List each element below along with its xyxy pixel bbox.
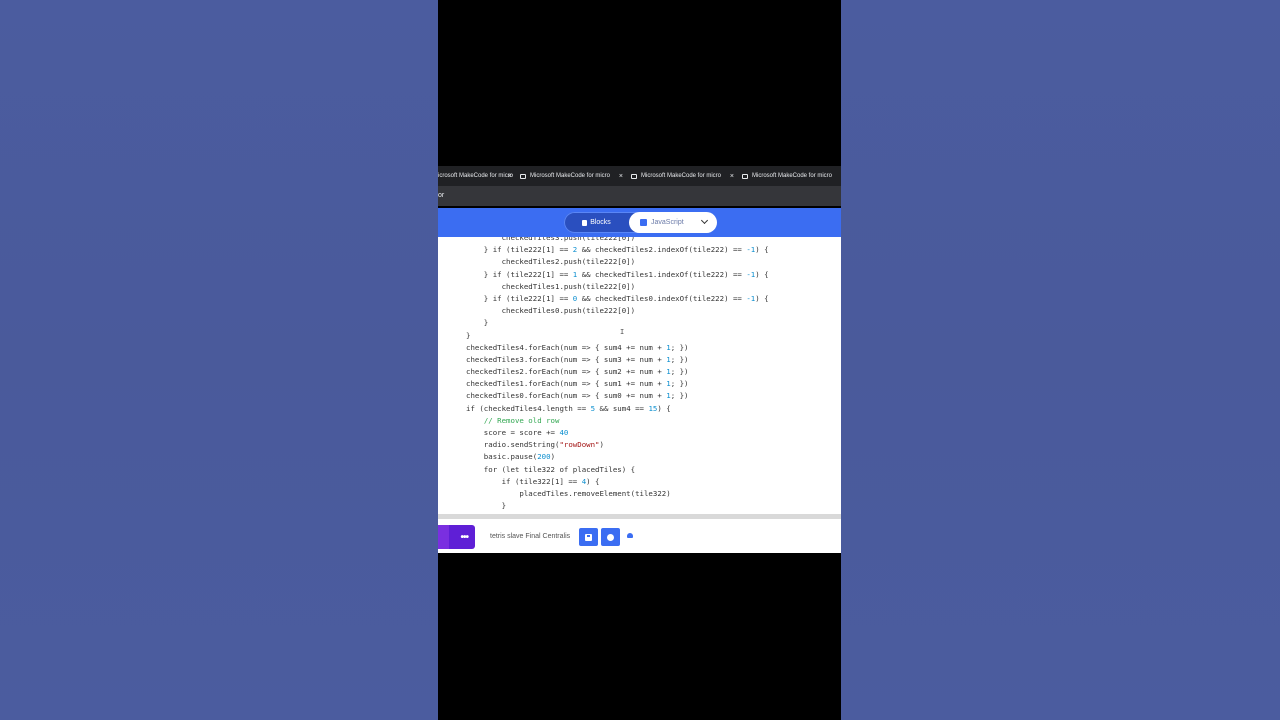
code-line: checkedTiles2.push(tile222[0]): [466, 257, 636, 267]
editor-mode-toggle: Blocks JavaScript: [564, 212, 717, 233]
makecode-favicon-icon: [520, 173, 526, 179]
code-line: checkedTiles1.push(tile222[0]): [466, 281, 636, 291]
address-text: or: [438, 192, 445, 199]
blocks-label: Blocks: [590, 219, 611, 226]
code-line: checkedTiles1.forEach(num => { sum1 += n…: [466, 379, 689, 389]
blocks-tab[interactable]: Blocks: [564, 212, 629, 233]
tab-close-icon[interactable]: ×: [619, 173, 623, 180]
code-line: checkedTiles4.forEach(num => { sum4 += n…: [466, 342, 689, 352]
code-line: checkedTiles3.forEach(num => { sum3 += n…: [466, 354, 689, 364]
code-line: score = score += 40: [466, 428, 569, 437]
code-line: checkedTiles0.push(tile222[0]): [466, 306, 636, 316]
browser-tab[interactable]: Microsoft MakeCode for micro ×: [518, 166, 629, 186]
ellipsis-icon: •••: [460, 531, 468, 543]
makecode-favicon-icon: [742, 173, 748, 179]
javascript-icon: [640, 219, 647, 226]
github-icon: [607, 533, 614, 541]
address-bar[interactable]: or: [438, 186, 841, 206]
video-frame: icrosoft MakeCode for micro × Microsoft …: [438, 0, 841, 720]
browser-tab[interactable]: icrosoft MakeCode for micro ×: [438, 166, 518, 186]
code-line: if (checkedTiles4.length == 5 && sum4 ==…: [466, 403, 671, 413]
tab-title: icrosoft MakeCode for micro: [438, 173, 514, 179]
code-line: }: [466, 501, 507, 511]
code-line: checkedTiles0.forEach(num => { sum0 += n…: [466, 391, 689, 401]
code-line: // Remove old row: [483, 415, 560, 425]
blurred-background-right: [841, 0, 1280, 720]
tab-title: Microsoft MakeCode for micro: [752, 173, 833, 179]
code-line: }: [466, 318, 489, 328]
tab-close-icon[interactable]: ×: [508, 173, 512, 180]
javascript-tab[interactable]: JavaScript: [629, 212, 717, 233]
code-line: checkedTiles3.push(tile222[0]): [466, 237, 636, 242]
code-line: } if (tile222[1] == 1 && checkedTiles1.i…: [466, 269, 769, 279]
code-line: placedTiles.removeElement(tile322): [466, 488, 671, 498]
code-line: basic.pause(200): [466, 452, 556, 462]
tab-title: Microsoft MakeCode for micro: [530, 173, 611, 179]
project-name-input[interactable]: tetris slave Final Centralis: [490, 533, 570, 540]
browser-tab-bar: icrosoft MakeCode for micro × Microsoft …: [438, 166, 841, 186]
blurred-background-left: [0, 0, 438, 720]
code-content[interactable]: checkedTiles3.push(tile222[0]) } if (til…: [466, 237, 769, 514]
puzzle-icon: [582, 219, 588, 226]
editor-header: Blocks JavaScript: [438, 208, 841, 237]
text-cursor-icon: I: [620, 328, 625, 336]
code-line: for (let tile322 of placedTiles) {: [466, 464, 636, 474]
code-line: radio.sendString("rowDown"): [466, 440, 604, 450]
github-button[interactable]: [601, 528, 620, 546]
code-line: }: [466, 330, 471, 340]
code-editor[interactable]: checkedTiles3.push(tile222[0]) } if (til…: [438, 237, 841, 514]
save-icon: [585, 533, 592, 541]
chevron-down-icon[interactable]: [700, 216, 709, 225]
code-line: } if (tile222[1] == 2 && checkedTiles2.i…: [466, 245, 769, 255]
save-button[interactable]: [579, 528, 598, 546]
code-line: } if (tile222[1] == 0 && checkedTiles0.i…: [466, 293, 769, 303]
cloud-icon: [627, 533, 633, 538]
tab-close-icon[interactable]: ×: [730, 173, 734, 180]
javascript-label: JavaScript: [651, 219, 684, 226]
makecode-favicon-icon: [631, 173, 637, 179]
more-button[interactable]: •••: [438, 525, 475, 549]
editor-footer: ••• tetris slave Final Centralis: [438, 519, 841, 553]
code-line: if (tile322[1] == 4) {: [466, 476, 600, 486]
code-line: checkedTiles2.forEach(num => { sum2 += n…: [466, 367, 689, 377]
browser-tab[interactable]: Microsoft MakeCode for micro ×: [629, 166, 740, 186]
browser-tab[interactable]: Microsoft MakeCode for micro: [740, 166, 841, 186]
tab-title: Microsoft MakeCode for micro: [641, 173, 722, 179]
